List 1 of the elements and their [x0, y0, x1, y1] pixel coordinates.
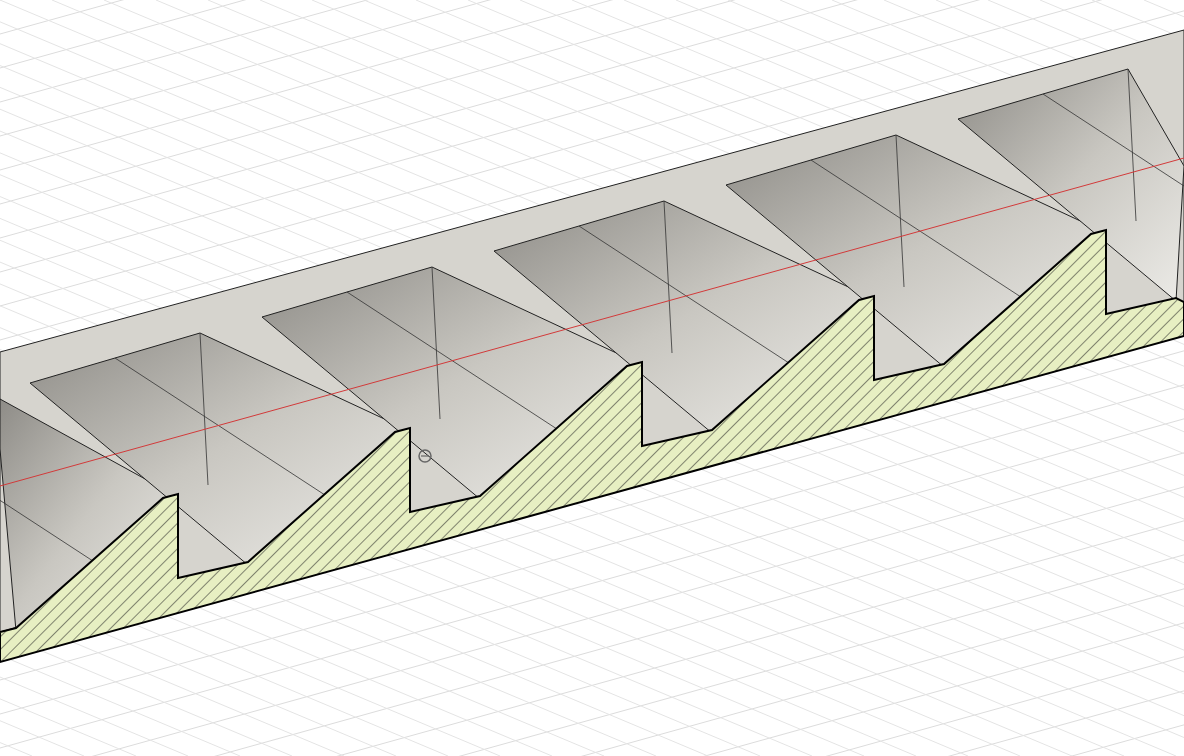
- cursor-icon: [418, 449, 432, 463]
